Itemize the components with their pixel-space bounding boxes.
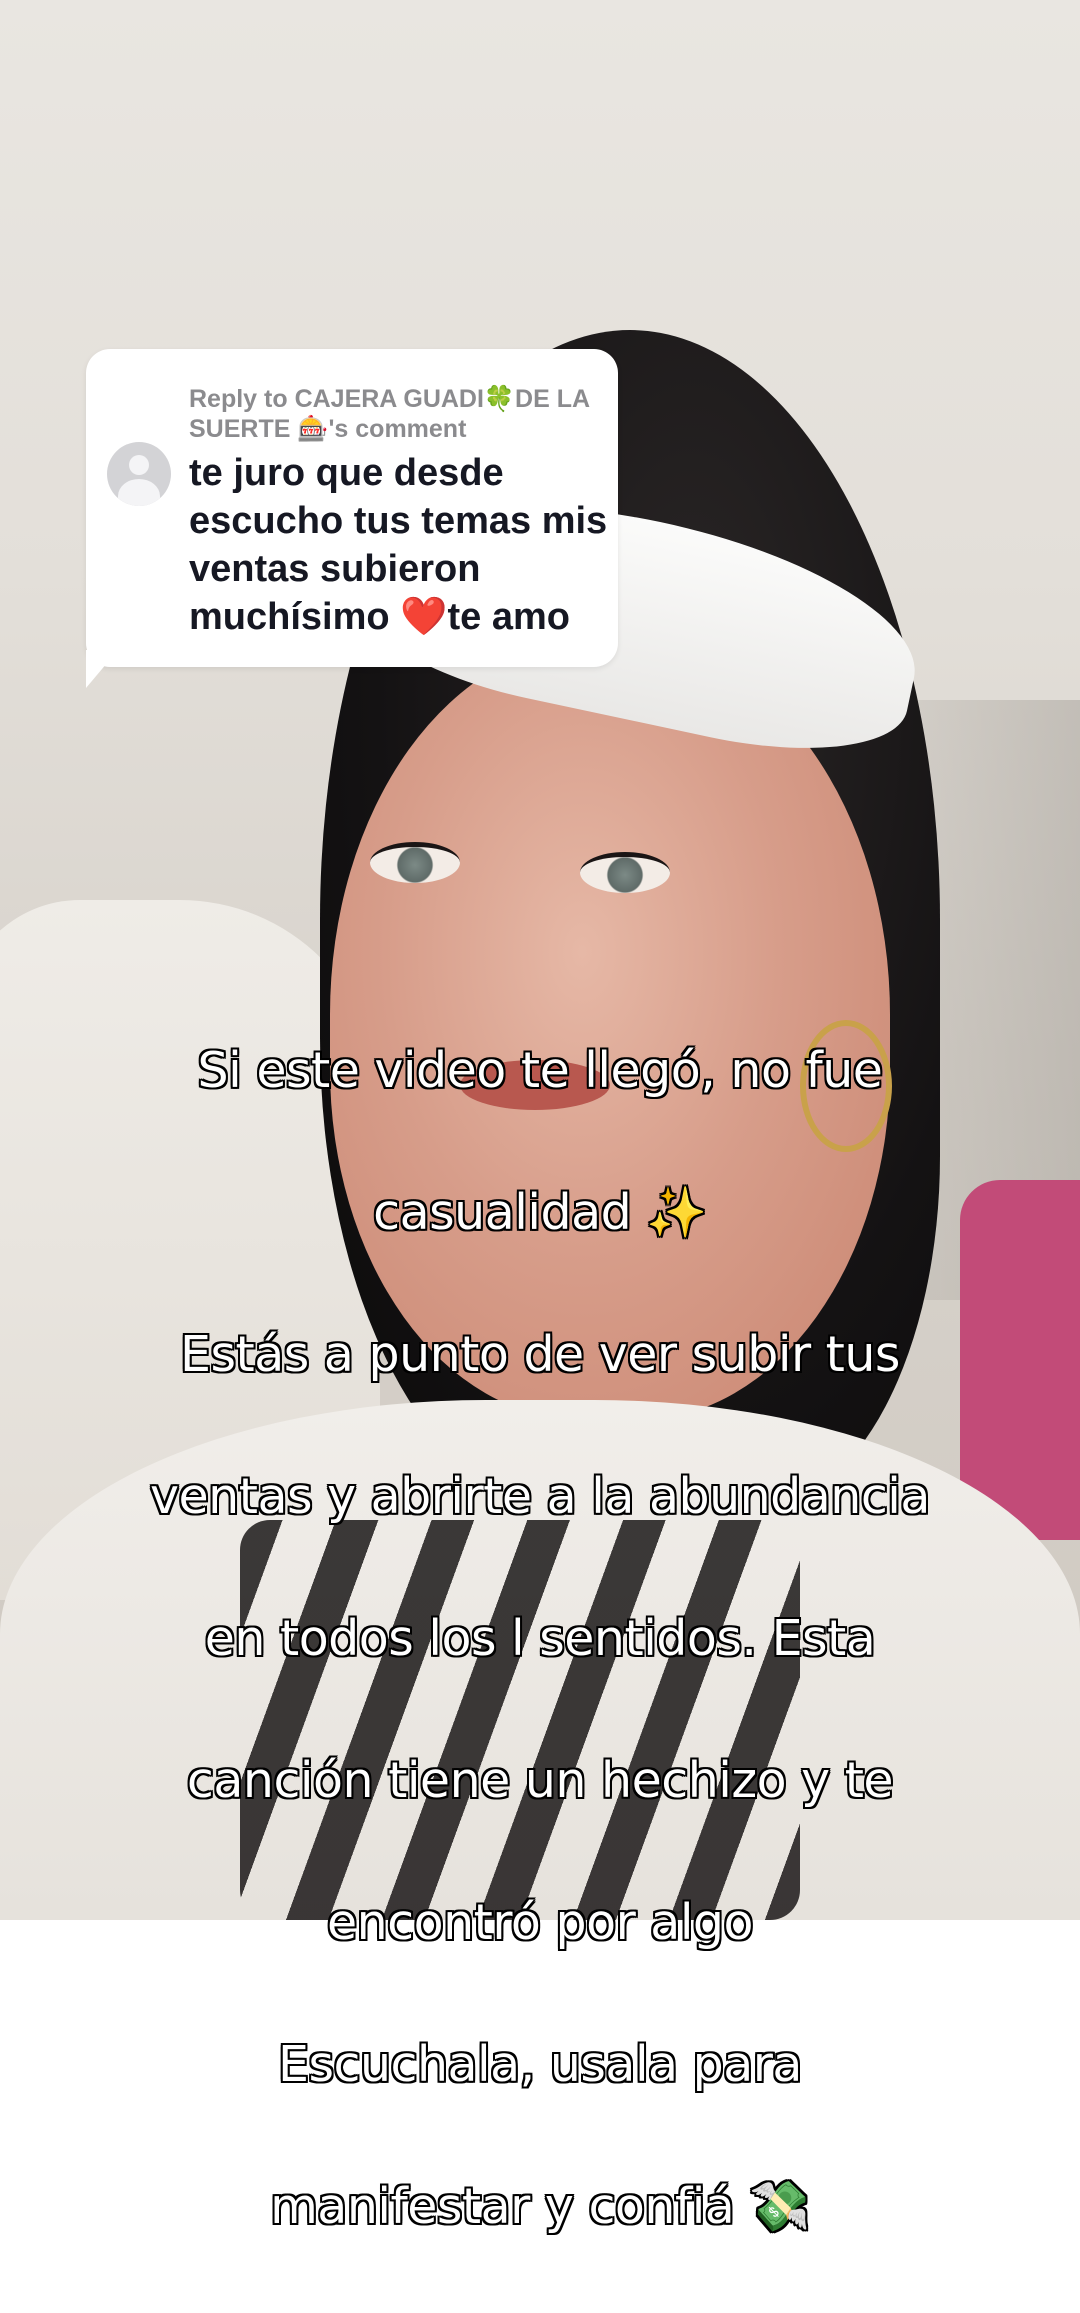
- caption-line: casualidad ✨: [373, 1184, 707, 1241]
- reply-sticker-comment: te juro que desde escucho tus temas mis …: [189, 452, 608, 638]
- caption-line: Escuchala, usala para: [278, 2036, 802, 2093]
- person-right-eye: [580, 852, 670, 893]
- reply-sticker-tail: [86, 650, 118, 688]
- caption-line: Si este video te llegó, no fue: [197, 1042, 883, 1099]
- avatar-head-shape: [129, 455, 149, 475]
- caption-line: encontró por algo: [326, 1894, 754, 1951]
- caption-line: Estás a punto de ver subir tus: [180, 1326, 900, 1383]
- caption-line: canción tiene un hechizo y te: [186, 1752, 894, 1809]
- person-left-eye: [370, 842, 460, 883]
- video-caption: Si este video te llegó, no fue casualida…: [40, 964, 1040, 2313]
- caption-line: ventas y abrirte a la abundancia: [150, 1468, 930, 1525]
- caption-line: manifestar y confiá 💸: [270, 2178, 810, 2235]
- reply-sticker-header: Reply to CAJERA GUADI🍀DE LA SUERTE 🎰's c…: [189, 385, 590, 443]
- default-user-avatar-icon: [107, 442, 171, 506]
- caption-line: en todos los l sentidos. Esta: [204, 1610, 876, 1667]
- avatar-body-shape: [118, 479, 160, 506]
